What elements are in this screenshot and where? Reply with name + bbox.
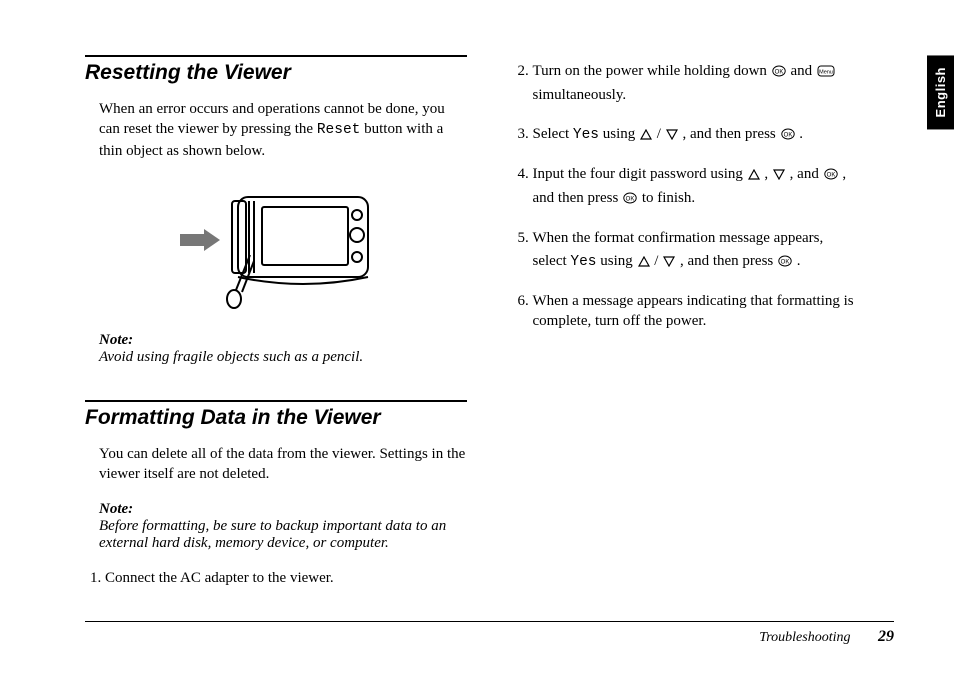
format-intro: You can delete all of the data from the … bbox=[99, 444, 467, 485]
text: . bbox=[799, 126, 803, 142]
ok-icon: OK bbox=[778, 253, 792, 273]
text: Turn on the power while holding down bbox=[533, 63, 771, 79]
reset-intro: When an error occurs and operations cann… bbox=[99, 99, 467, 161]
page-content: Resetting the Viewer When an error occur… bbox=[85, 55, 894, 604]
up-icon bbox=[748, 166, 760, 186]
text: and then press bbox=[533, 190, 623, 206]
text: , and then press bbox=[680, 253, 777, 269]
section-title-resetting: Resetting the Viewer bbox=[85, 61, 467, 85]
text: Input the four digit password using bbox=[533, 166, 747, 182]
list-item: Select Yes using / , and then press OK . bbox=[533, 124, 895, 146]
up-icon bbox=[640, 126, 652, 146]
language-tab: English bbox=[927, 55, 954, 129]
svg-text:OK: OK bbox=[781, 259, 790, 265]
down-icon bbox=[663, 253, 675, 273]
text: Select bbox=[533, 126, 573, 142]
svg-text:OK: OK bbox=[774, 70, 783, 76]
menu-icon: Menu bbox=[817, 63, 835, 83]
text: , and then press bbox=[682, 126, 779, 142]
text: When the format confirmation message app… bbox=[533, 230, 824, 246]
list-item: Connect the AC adapter to the viewer. bbox=[105, 568, 467, 588]
footer: Troubleshooting 29 bbox=[85, 621, 894, 646]
ok-icon: OK bbox=[781, 126, 795, 146]
text: and bbox=[790, 63, 815, 79]
svg-text:OK: OK bbox=[626, 197, 635, 203]
format-steps-col2: Turn on the power while holding down OK … bbox=[513, 61, 895, 331]
footer-section: Troubleshooting bbox=[759, 630, 850, 645]
text: , bbox=[842, 166, 846, 182]
text: using bbox=[603, 126, 639, 142]
svg-text:OK: OK bbox=[826, 172, 835, 178]
text: / bbox=[654, 253, 662, 269]
ok-icon: OK bbox=[772, 63, 786, 83]
right-column: Turn on the power while holding down OK … bbox=[513, 55, 895, 604]
left-column: Resetting the Viewer When an error occur… bbox=[85, 55, 467, 604]
text: select bbox=[533, 253, 571, 269]
reset-button-label-inline: Reset bbox=[317, 122, 361, 138]
ok-icon: OK bbox=[623, 190, 637, 210]
text: simultaneously. bbox=[533, 85, 895, 105]
text: to finish. bbox=[642, 190, 695, 206]
section-title-formatting: Formatting Data in the Viewer bbox=[85, 406, 467, 430]
note-label: Note: bbox=[99, 332, 467, 349]
section-rule bbox=[85, 55, 467, 57]
yes-label: Yes bbox=[573, 127, 599, 143]
svg-text:Menu: Menu bbox=[819, 70, 833, 76]
format-steps-col1: Connect the AC adapter to the viewer. bbox=[85, 568, 467, 588]
down-icon bbox=[773, 166, 785, 186]
section-rule bbox=[85, 400, 467, 402]
list-item: Turn on the power while holding down OK … bbox=[533, 61, 895, 106]
yes-label: Yes bbox=[570, 254, 596, 270]
list-item: Input the four digit password using , , … bbox=[533, 164, 895, 211]
list-item: When the format confirmation message app… bbox=[533, 228, 895, 273]
device-illustration bbox=[85, 179, 467, 314]
text: . bbox=[797, 253, 801, 269]
down-icon bbox=[666, 126, 678, 146]
ok-icon: OK bbox=[824, 166, 838, 186]
note-text: Before formatting, be sure to backup imp… bbox=[99, 518, 467, 552]
page-number: 29 bbox=[878, 628, 894, 645]
up-icon bbox=[638, 253, 650, 273]
text: using bbox=[600, 253, 636, 269]
text: / bbox=[657, 126, 665, 142]
note-label: Note: bbox=[99, 501, 467, 518]
text: , and bbox=[790, 166, 823, 182]
list-item: When a message appears indicating that f… bbox=[533, 291, 895, 332]
note-text: Avoid using fragile objects such as a pe… bbox=[99, 349, 467, 366]
text: , bbox=[764, 166, 772, 182]
svg-text:OK: OK bbox=[783, 132, 792, 138]
